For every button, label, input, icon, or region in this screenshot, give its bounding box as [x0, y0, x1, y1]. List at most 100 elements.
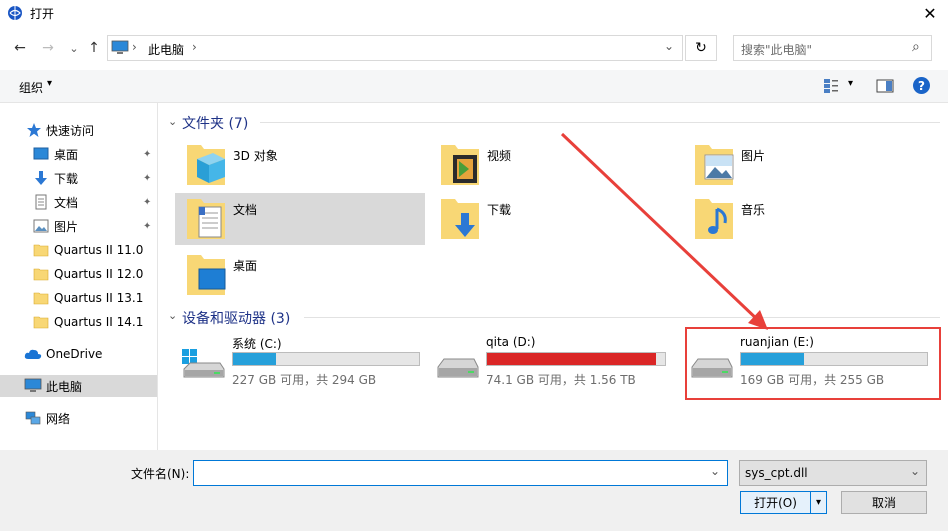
folder-videos[interactable]: 视频 [429, 139, 679, 191]
folder-label: 音乐 [741, 203, 766, 217]
pin-icon: ✦ [143, 196, 152, 208]
network-icon [25, 411, 41, 425]
filename-label: 文件名(N): [131, 467, 190, 481]
address-bar[interactable]: › 此电脑 › ⌄ [107, 35, 683, 61]
drives-group-header[interactable]: 设备和驱动器 (3) [182, 308, 290, 328]
file-type-value: sys_cpt.dll [745, 466, 808, 480]
sidebar-label: 桌面 [54, 147, 79, 162]
recent-locations-button[interactable]: ⌄ [64, 38, 84, 58]
document-icon [35, 194, 47, 210]
folders-group-header[interactable]: 文件夹 (7) [182, 113, 248, 133]
star-icon [27, 123, 41, 137]
folder-label: 图片 [741, 149, 766, 163]
collapse-drives-icon[interactable]: ⌄ [168, 309, 177, 322]
drive-name: qita (D:) [486, 335, 536, 349]
organize-button[interactable]: 组织 [19, 79, 43, 96]
folder-pictures[interactable]: 图片 [683, 139, 933, 191]
system-drive-icon [182, 349, 225, 378]
cloud-icon [24, 349, 42, 359]
address-dropdown-icon[interactable]: ⌄ [664, 39, 674, 53]
drive-d[interactable]: qita (D:) 74.1 GB 可用，共 1.56 TB [432, 331, 682, 387]
preview-pane-icon[interactable] [876, 78, 894, 94]
sidebar-item-pictures[interactable]: 图片 ✦ [0, 215, 157, 237]
pictures-icon [695, 145, 734, 185]
sidebar-item-onedrive[interactable]: OneDrive [0, 343, 157, 365]
group-divider [304, 317, 940, 318]
filename-dropdown-icon[interactable]: ⌄ [710, 464, 720, 478]
sidebar-item-desktop[interactable]: 桌面 ✦ [0, 143, 157, 165]
sidebar-item-network[interactable]: 网络 [0, 407, 157, 429]
sidebar-label: OneDrive [46, 347, 103, 361]
search-input[interactable]: 搜索"此电脑" [741, 41, 812, 58]
sidebar-label: 文档 [54, 195, 79, 210]
sidebar-item-quartus-12[interactable]: Quartus II 12.0 [0, 263, 157, 285]
file-list-pane: ⌄ 文件夹 (7) 3D 对象 视频 图片 文档 下载 音乐 桌面 ⌄ 设备和驱… [158, 103, 948, 450]
search-icon[interactable]: ⌕ [912, 39, 920, 55]
open-button[interactable]: 打开(O) [740, 491, 811, 514]
folder-label: 3D 对象 [233, 149, 278, 163]
folder-label: 桌面 [233, 259, 258, 273]
pin-icon: ✦ [143, 172, 152, 184]
drive-name: 系统 (C:) [232, 337, 282, 351]
folder-label: 视频 [487, 149, 512, 163]
sidebar-item-quartus-11[interactable]: Quartus II 11.0 [0, 239, 157, 261]
video-icon [441, 145, 479, 185]
collapse-folders-icon[interactable]: ⌄ [168, 115, 177, 128]
sidebar-label: 下载 [54, 171, 79, 186]
file-type-filter[interactable]: sys_cpt.dll ⌄ [739, 460, 927, 486]
drive-c[interactable]: 系统 (C:) 227 GB 可用，共 294 GB [178, 331, 428, 387]
filename-input[interactable]: ⌄ [193, 460, 728, 486]
sidebar-item-this-pc[interactable]: 此电脑 [0, 375, 157, 397]
drive-usage-bar [486, 352, 666, 366]
breadcrumb-separator-2[interactable]: › [192, 40, 197, 54]
organize-arrow-icon[interactable]: ▾ [47, 78, 52, 89]
drive-free-space: 227 GB 可用，共 294 GB [232, 373, 377, 387]
refresh-button[interactable]: ↻ [685, 35, 717, 61]
folder-label: 文档 [233, 203, 258, 217]
this-pc-icon [111, 40, 129, 54]
search-box[interactable]: 搜索"此电脑" ⌕ [733, 35, 932, 61]
open-options-button[interactable]: ▾ [810, 491, 827, 514]
folder-documents[interactable]: 文档 [175, 193, 425, 245]
dialog-footer: 文件名(N): ⌄ sys_cpt.dll ⌄ 打开(O) ▾ 取消 [0, 450, 948, 531]
sidebar-label: Quartus II 11.0 [54, 243, 144, 257]
cancel-button[interactable]: 取消 [841, 491, 927, 514]
sidebar-label: Quartus II 14.1 [54, 315, 144, 329]
sidebar-item-quick-access[interactable]: 快速访问 [0, 119, 157, 141]
hard-drive-icon [437, 358, 479, 378]
sidebar-label: Quartus II 13.1 [54, 291, 144, 305]
folder-3d-objects[interactable]: 3D 对象 [175, 139, 425, 191]
breadcrumb-this-pc[interactable]: 此电脑 [148, 41, 184, 58]
desktop-icon [33, 147, 49, 160]
download-arrow-icon [35, 171, 47, 185]
drive-usage-bar [232, 352, 420, 366]
close-button[interactable]: ✕ [912, 0, 948, 26]
sidebar-label: 此电脑 [46, 379, 83, 394]
group-divider [260, 122, 940, 123]
downloads-icon [441, 199, 479, 239]
forward-button[interactable]: → [38, 38, 58, 58]
drive-usage-fill [487, 353, 657, 365]
picture-icon [33, 219, 49, 233]
folder-music[interactable]: 音乐 [683, 193, 933, 245]
window-title: 打开 [30, 7, 55, 21]
file-type-dropdown-icon[interactable]: ⌄ [910, 464, 920, 478]
sidebar-item-documents[interactable]: 文档 ✦ [0, 191, 157, 213]
sidebar-item-downloads[interactable]: 下载 ✦ [0, 167, 157, 189]
breadcrumb-separator[interactable]: › [132, 40, 137, 54]
documents-icon [187, 199, 225, 239]
drive-free-space: 74.1 GB 可用，共 1.56 TB [486, 373, 636, 387]
back-button[interactable]: ← [10, 38, 30, 58]
app-globe-icon [8, 6, 22, 20]
navigation-pane: 快速访问 桌面 ✦ 下载 ✦ 文档 ✦ 图片 ✦ Quartus II 11.0… [0, 103, 158, 450]
pin-icon: ✦ [143, 220, 152, 232]
view-arrow-icon[interactable]: ▾ [848, 78, 853, 89]
sidebar-item-quartus-14[interactable]: Quartus II 14.1 [0, 311, 157, 333]
sidebar-item-quartus-13[interactable]: Quartus II 13.1 [0, 287, 157, 309]
help-icon[interactable]: ? [913, 77, 930, 94]
folder-icon [33, 292, 49, 305]
folder-downloads[interactable]: 下载 [429, 193, 679, 245]
view-options-icon[interactable] [823, 78, 839, 94]
folder-desktop[interactable]: 桌面 [175, 249, 425, 301]
up-button[interactable]: ↑ [84, 38, 104, 58]
